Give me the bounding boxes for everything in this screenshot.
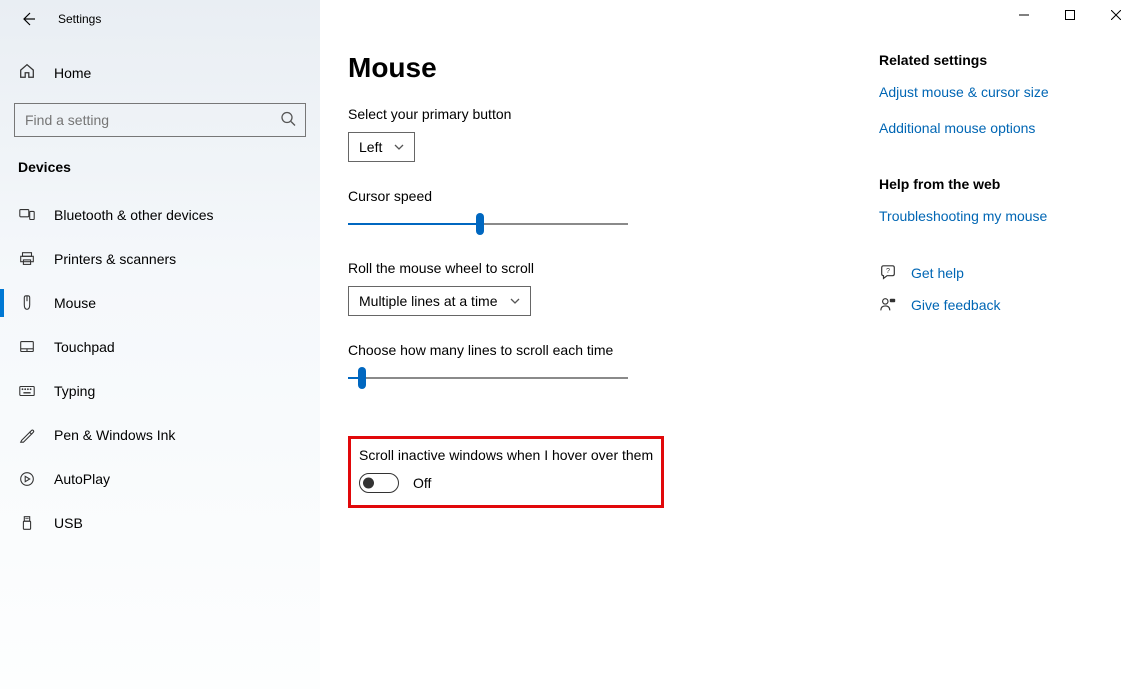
related-settings-block: Related settings Adjust mouse & cursor s…: [879, 52, 1119, 136]
toggle-state-label: Off: [413, 475, 431, 491]
link-adjust-mouse-size[interactable]: Adjust mouse & cursor size: [879, 84, 1119, 100]
give-feedback-link[interactable]: Give feedback: [879, 296, 1119, 314]
feedback-icon: [879, 296, 897, 314]
lines-label: Choose how many lines to scroll each tim…: [348, 342, 879, 358]
nav-label: Bluetooth & other devices: [54, 207, 214, 223]
pen-icon: [18, 426, 36, 444]
dropdown-value: Left: [359, 139, 382, 155]
slider-thumb[interactable]: [476, 213, 484, 235]
nav-mouse[interactable]: Mouse: [0, 281, 320, 325]
usb-icon: [18, 514, 36, 532]
autoplay-icon: [18, 470, 36, 488]
search-input[interactable]: [14, 103, 306, 137]
search-icon: [280, 111, 296, 130]
nav-list: Bluetooth & other devices Printers & sca…: [0, 193, 320, 545]
link-additional-mouse-options[interactable]: Additional mouse options: [879, 120, 1119, 136]
scroll-wheel-label: Roll the mouse wheel to scroll: [348, 260, 879, 276]
primary-button-label: Select your primary button: [348, 106, 879, 122]
related-heading: Related settings: [879, 52, 1119, 68]
home-label: Home: [54, 65, 91, 81]
chevron-down-icon: [510, 293, 520, 309]
slider-track: [348, 377, 628, 379]
inactive-toggle[interactable]: [359, 473, 399, 493]
nav-printers[interactable]: Printers & scanners: [0, 237, 320, 281]
nav-label: Pen & Windows Ink: [54, 427, 175, 443]
lines-slider[interactable]: [348, 368, 628, 388]
cursor-speed-label: Cursor speed: [348, 188, 879, 204]
inactive-toggle-row: Off: [359, 473, 653, 493]
nav-label: Touchpad: [54, 339, 115, 355]
nav-pen[interactable]: Pen & Windows Ink: [0, 413, 320, 457]
nav-label: Printers & scanners: [54, 251, 176, 267]
printer-icon: [18, 250, 36, 268]
highlight-box: Scroll inactive windows when I hover ove…: [348, 436, 664, 508]
home-nav[interactable]: Home: [0, 52, 320, 93]
scroll-wheel-dropdown[interactable]: Multiple lines at a time: [348, 286, 531, 316]
nav-label: Mouse: [54, 295, 96, 311]
search-container: [14, 103, 306, 137]
touchpad-icon: [18, 338, 36, 356]
dropdown-value: Multiple lines at a time: [359, 293, 498, 309]
app-title: Settings: [58, 12, 101, 26]
help-block: Help from the web Troubleshooting my mou…: [879, 176, 1119, 224]
get-help-label: Get help: [911, 265, 964, 281]
toggle-knob: [363, 478, 374, 489]
sidebar: Settings Home Devices Bluetooth & other …: [0, 0, 320, 689]
nav-label: USB: [54, 515, 83, 531]
mouse-icon: [18, 294, 36, 312]
nav-touchpad[interactable]: Touchpad: [0, 325, 320, 369]
home-icon: [18, 62, 36, 83]
nav-label: Typing: [54, 383, 95, 399]
slider-thumb[interactable]: [358, 367, 366, 389]
titlebar: Settings: [0, 0, 320, 38]
primary-button-dropdown[interactable]: Left: [348, 132, 415, 162]
svg-text:?: ?: [886, 266, 890, 275]
right-rail: Related settings Adjust mouse & cursor s…: [879, 0, 1139, 689]
get-help-link[interactable]: ? Get help: [879, 264, 1119, 282]
keyboard-icon: [18, 382, 36, 400]
cursor-speed-slider[interactable]: [348, 214, 628, 234]
section-label: Devices: [0, 137, 320, 187]
link-troubleshooting-mouse[interactable]: Troubleshooting my mouse: [879, 208, 1119, 224]
nav-label: AutoPlay: [54, 471, 110, 487]
help-icon: ?: [879, 264, 897, 282]
slider-fill: [348, 223, 480, 225]
content: Mouse Select your primary button Left Cu…: [320, 0, 879, 689]
chevron-down-icon: [394, 139, 404, 155]
devices-icon: [18, 206, 36, 224]
main: Mouse Select your primary button Left Cu…: [320, 0, 1139, 689]
feedback-label: Give feedback: [911, 297, 1001, 313]
nav-autoplay[interactable]: AutoPlay: [0, 457, 320, 501]
nav-bluetooth[interactable]: Bluetooth & other devices: [0, 193, 320, 237]
page-title: Mouse: [348, 52, 879, 84]
inactive-windows-label: Scroll inactive windows when I hover ove…: [359, 447, 653, 463]
back-button[interactable]: [18, 9, 38, 29]
nav-typing[interactable]: Typing: [0, 369, 320, 413]
nav-usb[interactable]: USB: [0, 501, 320, 545]
help-heading: Help from the web: [879, 176, 1119, 192]
